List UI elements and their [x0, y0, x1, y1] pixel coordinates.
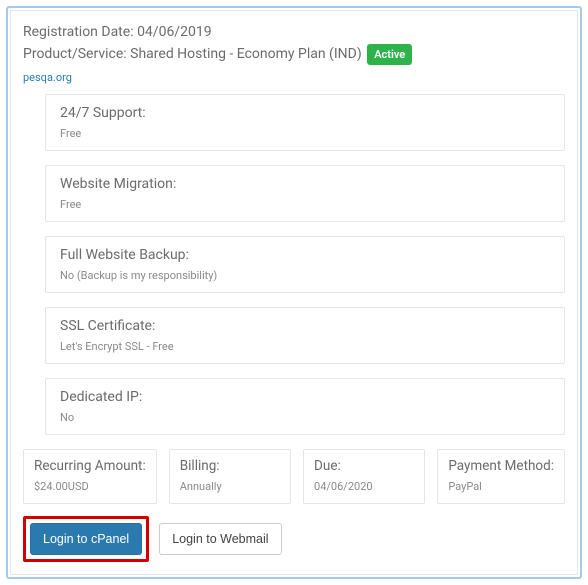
summary-title: Due: [314, 458, 414, 474]
summary-value: 04/06/2020 [314, 480, 414, 493]
feature-migration: Website Migration: Free [45, 165, 565, 222]
summary-value: PayPal [448, 480, 554, 493]
feature-title: Website Migration: [60, 176, 550, 192]
status-badge: Active [367, 44, 412, 66]
feature-value: Free [60, 127, 550, 140]
summary-row: Recurring Amount: $24.00USD Billing: Ann… [23, 449, 565, 504]
feature-title: Full Website Backup: [60, 247, 550, 263]
feature-value: Let's Encrypt SSL - Free [60, 340, 550, 353]
registration-label: Registration Date: [23, 24, 134, 40]
product-panel: Registration Date: 04/06/2019 Product/Se… [10, 10, 578, 575]
summary-title: Billing: [180, 458, 280, 474]
feature-title: Dedicated IP: [60, 389, 550, 405]
summary-recurring: Recurring Amount: $24.00USD [23, 449, 157, 504]
summary-billing: Billing: Annually [169, 449, 291, 504]
login-cpanel-button[interactable]: Login to cPanel [30, 523, 142, 555]
feature-ssl: SSL Certificate: Let's Encrypt SSL - Fre… [45, 307, 565, 364]
domain-link[interactable]: pesqa.org [23, 71, 72, 84]
button-row: Login to cPanel Login to Webmail [23, 516, 565, 562]
registration-value: 04/06/2019 [137, 24, 212, 40]
feature-dedicated-ip: Dedicated IP: No [45, 378, 565, 435]
summary-value: Annually [180, 480, 280, 493]
summary-due: Due: 04/06/2020 [303, 449, 425, 504]
feature-value: No [60, 411, 550, 424]
summary-title: Recurring Amount: [34, 458, 146, 474]
feature-title: 24/7 Support: [60, 105, 550, 121]
highlight-box: Login to cPanel [23, 516, 149, 562]
summary-title: Payment Method: [448, 458, 554, 474]
feature-value: Free [60, 198, 550, 211]
feature-value: No (Backup is my responsibility) [60, 269, 550, 282]
feature-title: SSL Certificate: [60, 318, 550, 334]
outer-frame: Registration Date: 04/06/2019 Product/Se… [6, 6, 582, 579]
product-label: Product/Service: [23, 46, 127, 62]
registration-line: Registration Date: 04/06/2019 [23, 21, 565, 43]
feature-backup: Full Website Backup: No (Backup is my re… [45, 236, 565, 293]
summary-value: $24.00USD [34, 480, 146, 493]
feature-support: 24/7 Support: Free [45, 94, 565, 151]
product-value: Shared Hosting - Economy Plan (IND) [130, 46, 362, 62]
summary-payment: Payment Method: PayPal [437, 449, 565, 504]
product-line: Product/Service: Shared Hosting - Econom… [23, 43, 565, 65]
login-webmail-button[interactable]: Login to Webmail [159, 523, 281, 555]
